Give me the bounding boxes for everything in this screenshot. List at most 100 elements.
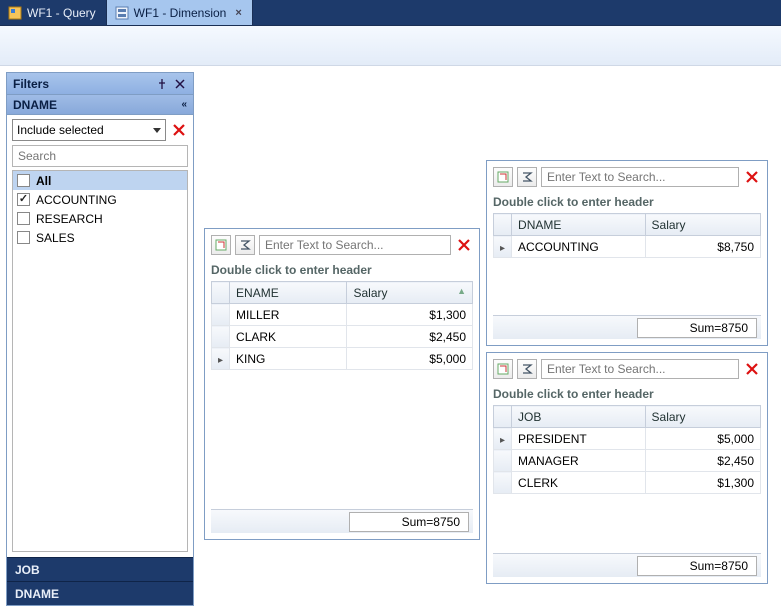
col-job[interactable]: JOB [512,406,646,428]
table-row[interactable]: MILLER$1,300 [212,304,473,326]
close-icon[interactable]: × [235,7,241,19]
query-icon [8,6,22,20]
dimension-icon [115,6,129,20]
sum-button[interactable] [235,235,255,255]
header-hint[interactable]: Double click to enter header [493,387,761,401]
filters-panel: Filters DNAME « Include selected [6,72,194,606]
filter-tab-dname[interactable]: DNAME [7,581,193,605]
cell-salary: $1,300 [347,304,473,326]
cell-ename: MILLER [230,304,347,326]
cell-job: CLERK [512,472,646,494]
close-icon[interactable] [175,78,187,90]
grid-search[interactable] [541,359,739,379]
sum-display: Sum=8750 [349,512,469,532]
row-indicator [494,450,512,472]
refresh-button[interactable] [493,167,513,187]
col-label: Salary [652,410,686,424]
refresh-button[interactable] [211,235,231,255]
filter-item-label: All [36,174,51,188]
cell-job: MANAGER [512,450,646,472]
grid-search[interactable] [259,235,451,255]
table-row[interactable]: KING$5,000 [212,348,473,370]
filter-item-sales[interactable]: SALES [13,228,187,247]
clear-filter-button[interactable] [170,121,188,139]
mode-dropdown[interactable]: Include selected [12,119,166,141]
sum-button[interactable] [517,167,537,187]
col-label: Salary [652,218,686,232]
filter-item-all[interactable]: All [13,171,187,190]
filter-search[interactable] [12,145,188,167]
checkbox[interactable] [17,174,30,187]
cell-dname: ACCOUNTING [512,236,646,258]
collapse-icon[interactable]: « [181,99,187,110]
sort-asc-icon: ▲ [457,286,466,296]
row-indicator [494,472,512,494]
cell-salary: $5,000 [347,348,473,370]
filter-tab-label: DNAME [15,587,59,601]
header-hint[interactable]: Double click to enter header [211,263,473,277]
cell-salary: $5,000 [645,428,760,450]
tab-query[interactable]: WF1 - Query [0,0,107,25]
grid-table: DNAME Salary ACCOUNTING$8,750 [493,213,761,258]
col-ename[interactable]: ENAME [230,282,347,304]
grid-footer: Sum=8750 [493,553,761,577]
col-dname[interactable]: DNAME [512,214,646,236]
grid-job: Double click to enter header JOB Salary … [486,352,768,584]
cell-salary: $2,450 [347,326,473,348]
filter-item-label: ACCOUNTING [36,193,117,207]
pin-icon[interactable] [157,78,169,90]
filter-search-input[interactable] [13,146,187,166]
checkbox[interactable] [17,193,30,206]
table-row[interactable]: CLERK$1,300 [494,472,761,494]
tab-label: WF1 - Dimension [134,6,227,20]
toolbar-strip [0,26,781,66]
col-salary[interactable]: Salary [645,214,760,236]
filter-tab-job[interactable]: JOB [7,557,193,581]
col-label: DNAME [518,218,561,232]
filter-item-research[interactable]: RESEARCH [13,209,187,228]
row-indicator [212,326,230,348]
col-label: ENAME [236,286,279,300]
table-row[interactable]: MANAGER$2,450 [494,450,761,472]
table-row[interactable]: PRESIDENT$5,000 [494,428,761,450]
filters-title: Filters [13,77,49,91]
grid-search-input[interactable] [542,360,738,378]
row-indicator-header [212,282,230,304]
grid-search-input[interactable] [260,236,450,254]
checkbox[interactable] [17,231,30,244]
filter-field-header[interactable]: DNAME « [7,95,193,115]
workspace: Filters DNAME « Include selected [0,66,781,609]
row-indicator [212,348,230,370]
cell-ename: CLARK [230,326,347,348]
filters-header: Filters [7,73,193,95]
col-salary[interactable]: Salary [645,406,760,428]
header-hint[interactable]: Double click to enter header [493,195,761,209]
row-indicator-header [494,214,512,236]
clear-button[interactable] [743,360,761,378]
filter-item-label: SALES [36,231,75,245]
filter-items-list: All ACCOUNTING RESEARCH SALES [12,170,188,552]
refresh-button[interactable] [493,359,513,379]
cell-job: PRESIDENT [512,428,646,450]
grid-table: JOB Salary PRESIDENT$5,000 MANAGER$2,450… [493,405,761,494]
cell-salary: $1,300 [645,472,760,494]
clear-button[interactable] [743,168,761,186]
clear-button[interactable] [455,236,473,254]
chevron-down-icon [153,128,161,133]
sum-button[interactable] [517,359,537,379]
cell-salary: $8,750 [645,236,760,258]
checkbox[interactable] [17,212,30,225]
grid-search-input[interactable] [542,168,738,186]
tab-dimension[interactable]: WF1 - Dimension × [107,0,253,25]
grid-search[interactable] [541,167,739,187]
filter-item-accounting[interactable]: ACCOUNTING [13,190,187,209]
col-salary[interactable]: Salary▲ [347,282,473,304]
sum-display: Sum=8750 [637,318,757,338]
grid-ename: Double click to enter header ENAME Salar… [204,228,480,540]
grid-dname: Double click to enter header DNAME Salar… [486,160,768,346]
filter-item-label: RESEARCH [36,212,103,226]
filter-field-tabs: JOB DNAME [7,557,193,605]
table-row[interactable]: ACCOUNTING$8,750 [494,236,761,258]
table-row[interactable]: CLARK$2,450 [212,326,473,348]
row-indicator [212,304,230,326]
